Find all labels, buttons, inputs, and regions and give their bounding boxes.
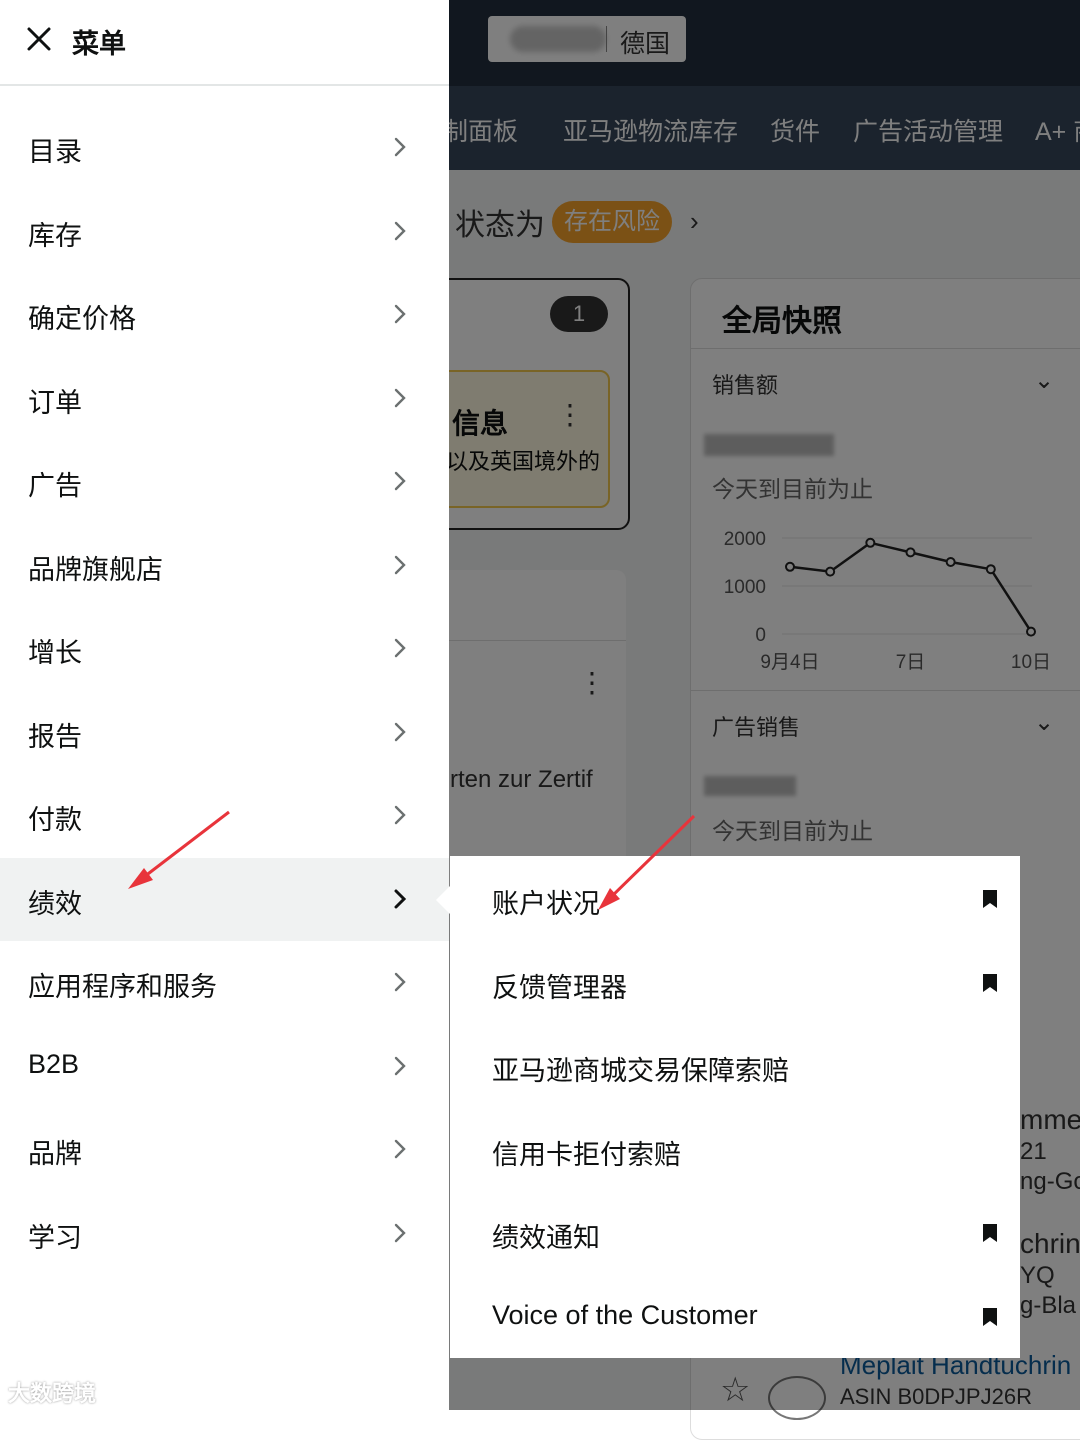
- menu-item[interactable]: B2B: [0, 1025, 449, 1108]
- menu-item[interactable]: 库存: [0, 190, 449, 273]
- menu-item[interactable]: 品牌: [0, 1108, 449, 1191]
- menu-item-label: 付款: [28, 805, 82, 835]
- chevron-right-icon: [394, 137, 406, 157]
- bookmark-icon[interactable]: [982, 973, 998, 993]
- menu-item-label: 学习: [28, 1222, 82, 1253]
- chevron-right-icon: [394, 638, 406, 658]
- menu-item[interactable]: 应用程序和服务: [0, 941, 449, 1024]
- menu-item-label: 品牌旗舰店: [28, 554, 163, 585]
- menu-item[interactable]: 学习: [0, 1192, 449, 1275]
- submenu-item[interactable]: 绩效通知: [450, 1191, 1020, 1274]
- submenu-item-label: Voice of the Customer: [492, 1299, 758, 1330]
- submenu-item-label: 亚马逊商城交易保障索赔: [492, 1056, 789, 1086]
- menu-title: 菜单: [72, 29, 126, 59]
- menu-item[interactable]: 订单: [0, 357, 449, 440]
- bookmark-icon[interactable]: [982, 1307, 998, 1327]
- chevron-right-icon: [394, 889, 407, 908]
- submenu-item[interactable]: Voice of the Customer: [450, 1275, 1020, 1358]
- menu-item[interactable]: 广告: [0, 440, 449, 523]
- menu-item[interactable]: 目录: [0, 106, 449, 189]
- submenu-item[interactable]: 反馈管理器: [450, 941, 1020, 1024]
- menu-item-label: 报告: [28, 721, 82, 752]
- menu-header: 菜单: [0, 0, 449, 86]
- menu-item[interactable]: 报告: [0, 691, 449, 774]
- chevron-right-icon: [394, 722, 406, 741]
- bookmark-icon[interactable]: [982, 889, 998, 909]
- chevron-right-icon: [394, 388, 406, 407]
- chevron-right-icon: [394, 1056, 406, 1075]
- menu-item-label: 品牌: [28, 1139, 82, 1169]
- bookmark-icon[interactable]: [982, 1223, 998, 1243]
- submenu-item-label: 反馈管理器: [492, 972, 627, 1003]
- menu-drawer: 菜单 目录库存确定价格订单广告品牌旗舰店增长报告付款绩效应用程序和服务 B2B 品牌…: [0, 0, 449, 1410]
- submenu-item[interactable]: 亚马逊商城交易保障索赔: [450, 1024, 1020, 1107]
- menu-item[interactable]: 品牌旗舰店: [0, 524, 449, 607]
- menu-item[interactable]: 付款: [0, 774, 449, 857]
- submenu-item[interactable]: 信用卡拒付索赔: [450, 1108, 1020, 1191]
- chevron-right-icon: [394, 805, 406, 825]
- submenu-pointer: [436, 886, 450, 914]
- menu-item-label: 库存: [28, 220, 82, 251]
- menu-item-label: 订单: [28, 387, 82, 418]
- chevron-right-icon: [394, 1223, 406, 1242]
- menu-item-label: 增长: [28, 638, 82, 668]
- watermark: 大数跨境: [8, 1381, 97, 1406]
- chevron-right-icon: [394, 555, 406, 574]
- submenu-item[interactable]: 账户状况: [450, 857, 1020, 940]
- submenu-item-label: 账户状况: [492, 889, 600, 919]
- menu-item-label: 确定价格: [28, 304, 136, 334]
- chevron-right-icon: [394, 972, 406, 992]
- menu-item[interactable]: 确定价格: [0, 273, 449, 356]
- chevron-right-icon: [394, 1139, 406, 1159]
- menu-item-label: 应用程序和服务: [28, 972, 217, 1002]
- close-icon[interactable]: [26, 26, 52, 52]
- submenu-item-label: 信用卡拒付索赔: [492, 1139, 681, 1170]
- chevron-right-icon: [394, 304, 406, 324]
- menu-item-label: 绩效: [28, 888, 82, 919]
- chevron-right-icon: [394, 471, 406, 491]
- chevron-right-icon: [394, 221, 406, 240]
- menu-item[interactable]: 增长: [0, 607, 449, 690]
- submenu-item-label: 绩效通知: [492, 1223, 600, 1253]
- menu-item-label: B2B: [28, 1048, 80, 1079]
- menu-item-label: 目录: [28, 137, 82, 167]
- menu-item-label: 广告: [28, 471, 82, 501]
- menu-item[interactable]: 绩效: [0, 857, 449, 941]
